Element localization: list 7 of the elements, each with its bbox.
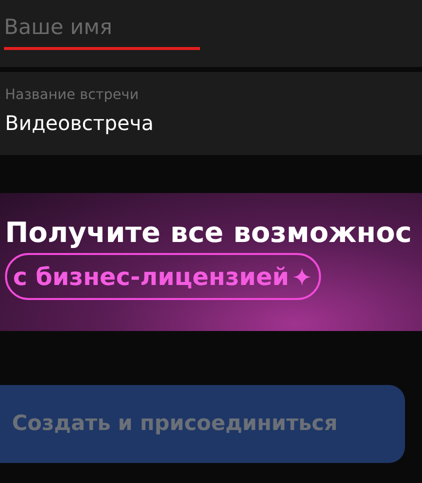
promo-title: Получите все возможнос — [5, 215, 412, 251]
field-value: Видеовстреча — [5, 110, 155, 137]
field-label: Название встречи — [5, 86, 140, 104]
sparkle-icon — [293, 268, 312, 286]
meeting-name-field[interactable]: Название встречи Видеовстреча — [0, 72, 422, 155]
name-input-field[interactable]: Ваше имя — [0, 0, 422, 67]
license-pill: с бизнес-лицензией — [5, 253, 322, 300]
